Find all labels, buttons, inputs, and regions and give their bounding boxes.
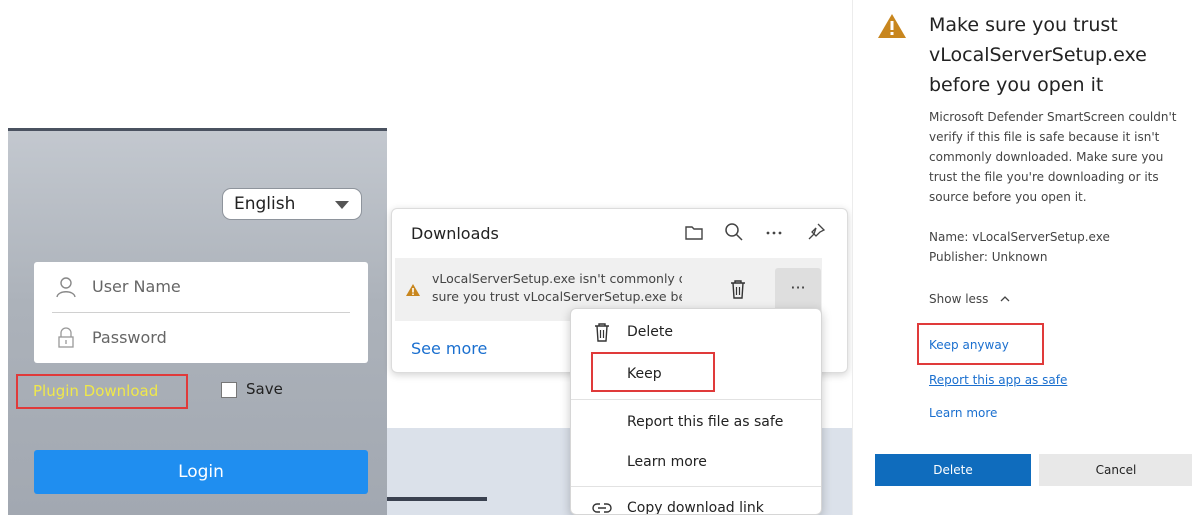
download-more-button[interactable]: ···: [775, 268, 821, 312]
plugin-download-link[interactable]: Plugin Download: [33, 382, 158, 400]
language-value: English: [234, 194, 296, 214]
menu-item-learn-more[interactable]: Learn more: [571, 443, 821, 483]
keep-anyway-link[interactable]: Keep anyway: [929, 338, 1009, 352]
menu-separator: [571, 486, 821, 487]
menu-item-delete[interactable]: Delete: [571, 313, 821, 353]
save-checkbox[interactable]: [221, 382, 237, 398]
cancel-button[interactable]: Cancel: [1039, 454, 1192, 486]
browser-background-bar: [387, 497, 487, 501]
smartscreen-title: Make sure you trust vLocalServerSetup.ex…: [929, 14, 1147, 96]
menu-item-learn-label: Learn more: [627, 454, 707, 470]
download-item-text-line2: sure you trust vLocalServerSetup.exe bé: [432, 289, 682, 304]
search-icon[interactable]: [723, 221, 745, 243]
report-app-safe-link[interactable]: Report this app as safe: [929, 373, 1067, 387]
link-icon: [592, 503, 612, 513]
menu-item-keep-label: Keep: [627, 366, 662, 382]
username-field[interactable]: User Name: [34, 262, 368, 312]
login-button[interactable]: Login: [34, 450, 368, 494]
learn-more-link[interactable]: Learn more: [929, 406, 997, 420]
warning-icon: [878, 14, 906, 38]
menu-item-report-label: Report this file as safe: [627, 414, 784, 430]
chevron-up-icon[interactable]: [999, 294, 1011, 304]
menu-item-delete-label: Delete: [627, 324, 673, 340]
password-field[interactable]: Password: [34, 313, 368, 363]
menu-item-keep[interactable]: Keep: [571, 355, 821, 395]
download-context-menu: Delete Keep Report this file as safe Lea…: [570, 308, 822, 515]
username-placeholder: User Name: [92, 277, 181, 296]
show-less-toggle[interactable]: Show less: [929, 292, 988, 306]
smartscreen-dialog: Make sure you trust vLocalServerSetup.ex…: [852, 0, 1192, 515]
password-placeholder: Password: [92, 328, 167, 347]
lock-icon: [58, 327, 74, 348]
delete-button[interactable]: Delete: [875, 454, 1031, 486]
warning-icon: [406, 284, 420, 296]
chevron-down-icon: [335, 201, 349, 209]
user-icon: [56, 277, 76, 298]
pin-icon[interactable]: [805, 221, 827, 243]
save-label: Save: [246, 380, 283, 398]
menu-item-copy-label: Copy download link: [627, 500, 764, 515]
more-options-icon[interactable]: [763, 221, 785, 243]
smartscreen-description: Microsoft Defender SmartScreen couldn't …: [929, 110, 1177, 204]
file-name: Name: vLocalServerSetup.exe: [929, 230, 1110, 244]
login-form: User Name Password: [34, 262, 368, 363]
language-select[interactable]: English: [222, 188, 362, 220]
menu-separator: [571, 399, 821, 400]
trash-icon[interactable]: [728, 278, 748, 300]
downloads-title: Downloads: [411, 224, 499, 243]
login-panel: English User Name Password Plugin Downlo…: [8, 128, 387, 515]
menu-item-report-safe[interactable]: Report this file as safe: [571, 403, 821, 443]
trash-icon: [595, 323, 609, 342]
menu-item-copy-link[interactable]: Copy download link: [571, 489, 821, 515]
folder-icon[interactable]: [683, 221, 705, 243]
file-publisher: Publisher: Unknown: [929, 250, 1048, 264]
download-item-text-line1: vLocalServerSetup.exe isn't commonly d: [432, 271, 682, 286]
see-more-link[interactable]: See more: [411, 339, 487, 358]
